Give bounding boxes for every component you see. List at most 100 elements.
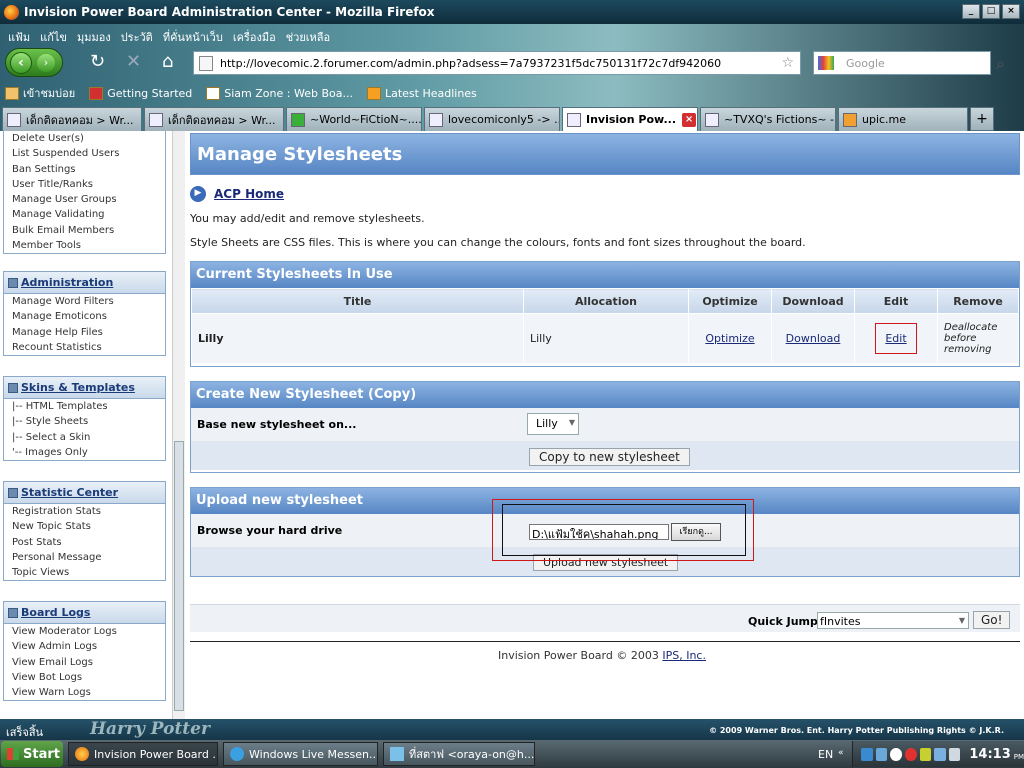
sidebar-link[interactable]: Ban Settings [4, 162, 165, 177]
base-label: Base new stylesheet on... [197, 418, 357, 431]
home-icon[interactable]: ⌂ [162, 53, 173, 71]
taskbar-chat[interactable]: ที่สตาฟ <oraya-on@h... [383, 742, 535, 766]
close-tab-icon[interactable]: × [682, 112, 697, 127]
search-input[interactable]: Google [813, 51, 991, 75]
bookmark-getting-started[interactable]: Getting Started [89, 86, 192, 100]
sidebar-link[interactable]: Bulk Email Members [4, 223, 165, 238]
security-icon[interactable] [904, 747, 917, 761]
sidebar-link[interactable]: |-- Select a Skin [4, 430, 165, 445]
sidebar-link[interactable]: Manage Help Files [4, 325, 165, 340]
go-button[interactable]: Go! [973, 611, 1011, 629]
close-button[interactable]: × [1002, 4, 1020, 19]
menu-edit[interactable]: แก้ไข [36, 24, 73, 46]
chevron-left-icon[interactable]: « [838, 748, 844, 758]
taskbar-firefox[interactable]: Invision Power Board ... [68, 742, 218, 766]
page-icon [7, 112, 21, 127]
bookmark-star-icon[interactable]: ☆ [781, 55, 794, 71]
taskbar-messenger[interactable]: Windows Live Messen... [223, 742, 378, 766]
volume-icon[interactable] [948, 747, 961, 761]
menu-history[interactable]: ประวัติ [117, 24, 159, 46]
tab-label: ~World~FiCtioN~..... [310, 113, 422, 126]
sidebar-link[interactable]: |-- Style Sheets [4, 414, 165, 429]
sidebar-link[interactable]: Manage Emoticons [4, 309, 165, 324]
sidebar-link[interactable]: New Topic Stats [4, 519, 165, 534]
sidebar-link[interactable]: Personal Message [4, 550, 165, 565]
tab-3[interactable]: ~World~FiCtioN~..... [286, 107, 422, 131]
base-stylesheet-select[interactable]: Lilly ▼ [527, 413, 579, 435]
tab-4[interactable]: lovecomiconly5 -> ... [424, 107, 560, 131]
back-forward-buttons[interactable]: ‹ › [5, 48, 63, 77]
sidebar-header[interactable]: Board Logs [4, 602, 165, 624]
bookmark-siam-zone[interactable]: Siam Zone : Web Boa... [206, 86, 353, 100]
sidebar-link[interactable]: Delete User(s) [4, 131, 165, 146]
sidebar-scrollbar[interactable] [172, 131, 185, 719]
network-icon[interactable] [861, 747, 873, 761]
navigation-bar: ‹ › ↻ ✕ ⌂ http://lovecomic.2.forumer.com… [0, 46, 1024, 80]
back-arrow-icon[interactable]: ‹ [10, 51, 32, 74]
quick-jump-select[interactable]: fInvites ▼ [817, 612, 969, 629]
acp-home-link[interactable]: ▶ ACP Home [190, 186, 284, 202]
menu-file[interactable]: แฟ้ม [4, 24, 36, 46]
tab-2[interactable]: เด็กติดอทคอม > Wr... [144, 107, 284, 131]
sidebar-link[interactable]: Post Stats [4, 535, 165, 550]
url-bar[interactable]: http://lovecomic.2.forumer.com/admin.php… [193, 51, 801, 75]
reload-icon[interactable]: ↻ [90, 53, 105, 71]
sidebar-link[interactable]: View Email Logs [4, 655, 165, 670]
browse-label: Browse your hard drive [197, 524, 343, 537]
sidebar-link[interactable]: |-- HTML Templates [4, 399, 165, 414]
menu-bookmarks[interactable]: ที่คั่นหน้าเว็บ [159, 24, 229, 46]
sidebar-header[interactable]: Skins & Templates [4, 377, 165, 399]
display-icon[interactable] [875, 747, 888, 761]
ips-link[interactable]: IPS, Inc. [662, 649, 706, 662]
download-link[interactable]: Download [786, 332, 841, 345]
sidebar-link[interactable]: '-- Images Only [4, 445, 165, 460]
clock-app-icon[interactable] [890, 747, 902, 761]
browse-button[interactable]: เรียกดู... [671, 523, 721, 541]
taskbar-label: Invision Power Board ... [94, 747, 218, 761]
acp-home-text[interactable]: ACP Home [214, 187, 284, 201]
sidebar-link[interactable]: Topic Views [4, 565, 165, 580]
edit-link[interactable]: Edit [875, 323, 917, 354]
sidebar-link[interactable]: Manage User Groups [4, 192, 165, 207]
messenger-tray-icon[interactable] [934, 747, 946, 761]
sidebar-link[interactable]: User Title/Ranks [4, 177, 165, 192]
sidebar-link[interactable]: View Warn Logs [4, 685, 165, 700]
scrollbar-thumb[interactable] [174, 441, 184, 711]
maximize-button[interactable]: □ [982, 4, 1000, 19]
panel-title: Create New Stylesheet (Copy) [191, 382, 1019, 408]
start-button[interactable]: Start [1, 741, 63, 767]
file-path-input[interactable]: D:\แฟ้มใช้ค\shahah.png [529, 524, 669, 540]
forward-arrow-icon[interactable]: › [37, 53, 55, 72]
stop-icon[interactable]: ✕ [126, 53, 141, 71]
new-tab-icon[interactable]: + [970, 107, 994, 131]
menu-view[interactable]: มุมมอง [73, 24, 117, 46]
optimize-link[interactable]: Optimize [705, 332, 754, 345]
tab-7[interactable]: upic.me [838, 107, 968, 131]
tray-app-icon[interactable] [919, 747, 932, 761]
copy-stylesheet-button[interactable]: Copy to new stylesheet [529, 448, 690, 466]
menu-help[interactable]: ช่วยเหลือ [282, 24, 336, 46]
language-indicator[interactable]: EN [818, 748, 833, 761]
bookmark-latest-headlines[interactable]: Latest Headlines [366, 86, 477, 100]
sidebar-header[interactable]: Administration [4, 272, 165, 294]
sidebar-link[interactable]: View Moderator Logs [4, 624, 165, 639]
sidebar-link[interactable]: Manage Validating [4, 207, 165, 222]
sidebar-link[interactable]: Manage Word Filters [4, 294, 165, 309]
bookmark-most-visited[interactable]: เข้าชมบ่อย [5, 84, 75, 102]
sidebar-link[interactable]: List Suspended Users [4, 146, 165, 161]
sidebar-link[interactable]: View Bot Logs [4, 670, 165, 685]
sidebar-link[interactable]: Member Tools [4, 238, 165, 253]
tab-1[interactable]: เด็กติดอทคอม > Wr... [2, 107, 142, 131]
sidebar-link[interactable]: View Admin Logs [4, 639, 165, 654]
column-header: Title [191, 288, 524, 314]
tab-6[interactable]: ~TVXQ's Fictions~ -... [700, 107, 836, 131]
sidebar-header[interactable]: Statistic Center [4, 482, 165, 504]
tab-invision-active[interactable]: Invision Pow... × [562, 107, 698, 131]
minimize-button[interactable]: _ [962, 4, 980, 19]
url-text: http://lovecomic.2.forumer.com/admin.php… [220, 56, 722, 70]
sidebar-link[interactable]: Registration Stats [4, 504, 165, 519]
search-icon[interactable]: ⌕ [996, 54, 1005, 74]
sidebar-link[interactable]: Recount Statistics [4, 340, 165, 355]
page-icon [843, 112, 857, 127]
menu-tools[interactable]: เครื่องมือ [229, 24, 282, 46]
